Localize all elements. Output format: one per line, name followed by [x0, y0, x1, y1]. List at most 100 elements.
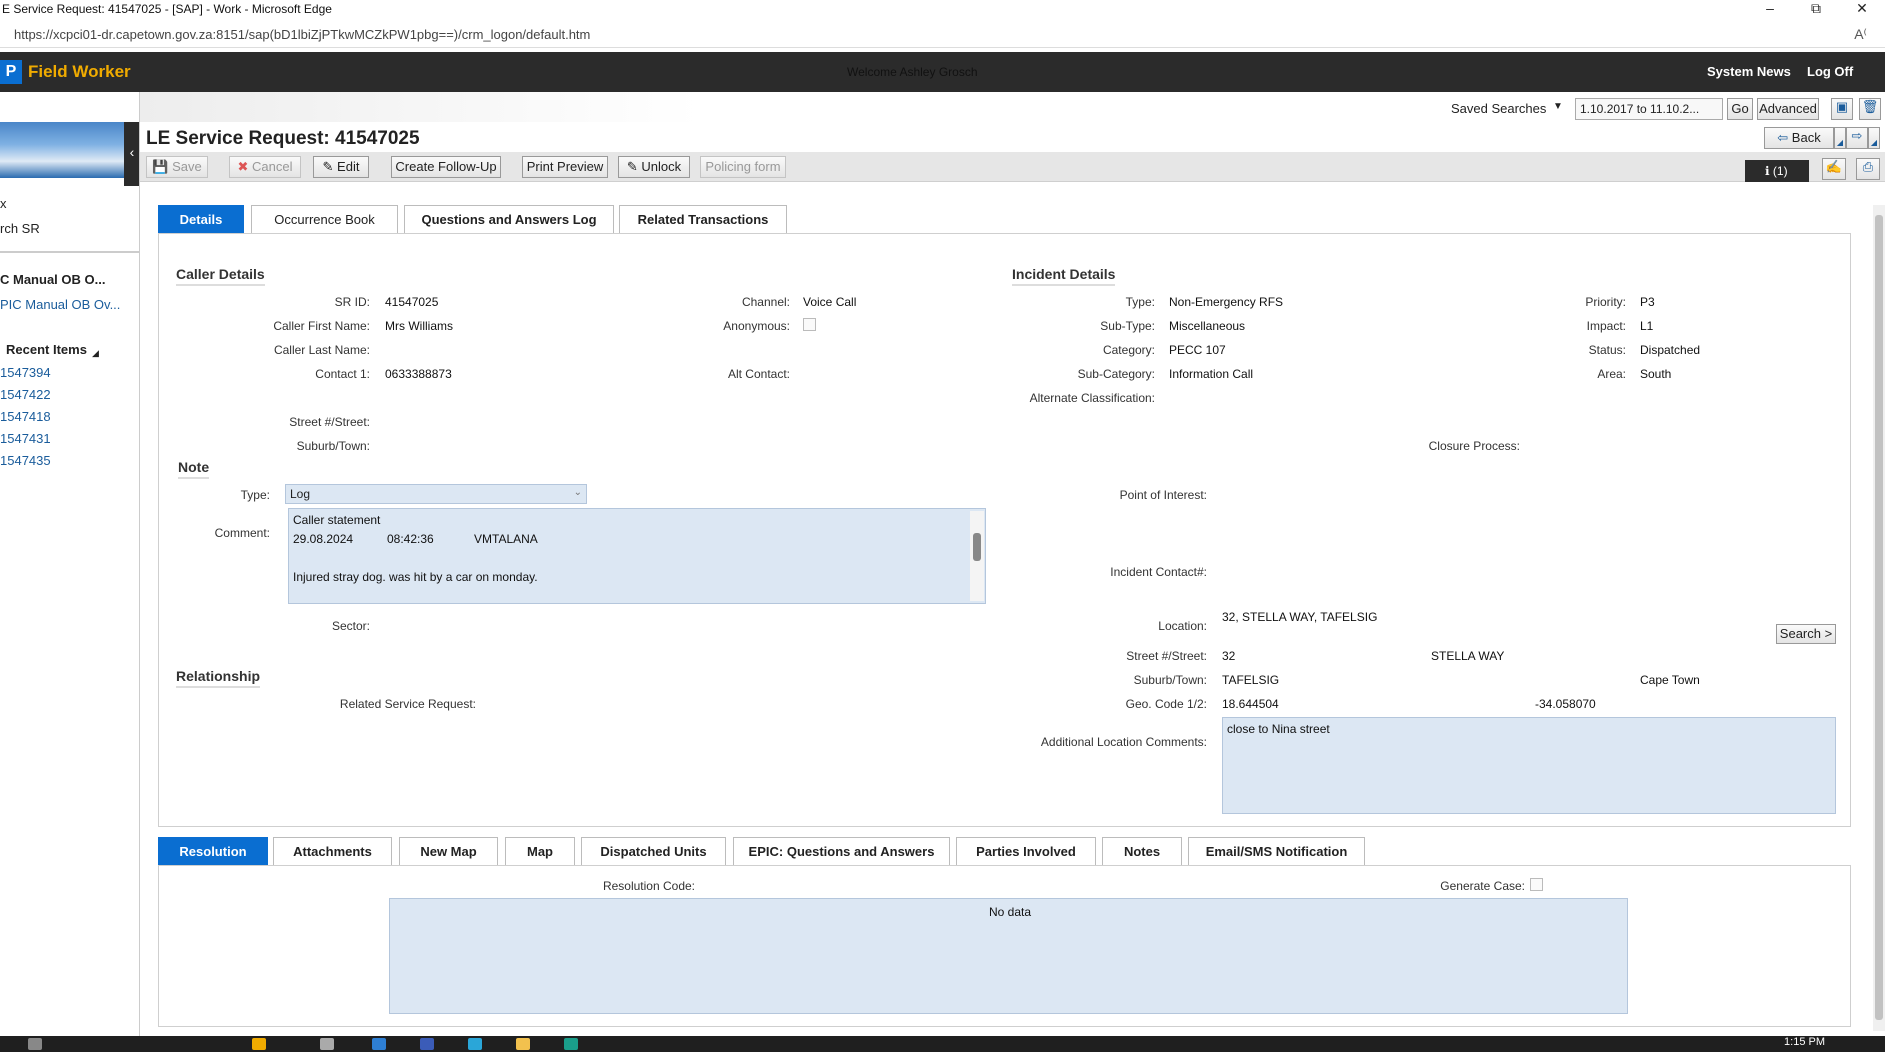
close-icon[interactable]: ✕	[1839, 0, 1885, 18]
recent-item[interactable]: 1547394	[0, 365, 51, 380]
tab-resolution[interactable]: Resolution	[158, 837, 268, 866]
restore-icon[interactable]: ⧉	[1793, 0, 1839, 18]
log-off-link[interactable]: Log Off	[1807, 64, 1853, 79]
location-street-label: Street #/Street:	[1126, 649, 1207, 663]
taskbar-clock[interactable]: 1:15 PM	[1784, 1036, 1825, 1048]
comment-date: 29.08.2024	[293, 532, 354, 546]
back-button[interactable]: ⇦ Back	[1764, 127, 1834, 149]
incident-type-value: Non-Emergency RFS	[1169, 295, 1284, 309]
location-search-button[interactable]: Search >	[1776, 624, 1836, 644]
create-follow-up-button[interactable]: Create Follow-Up	[391, 156, 501, 178]
subcategory-label: Sub-Category:	[1077, 367, 1155, 381]
subcategory-value: Information Call	[1169, 367, 1254, 381]
outlook-icon[interactable]	[372, 1038, 386, 1050]
unlock-button[interactable]: ✎ Unlock	[618, 156, 690, 178]
comment-scrollbar[interactable]	[970, 511, 984, 601]
back-history-dropdown-icon[interactable]: ◢	[1834, 127, 1846, 149]
forward-history-dropdown-icon[interactable]: ◢	[1868, 127, 1880, 149]
tab-attachments[interactable]: Attachments	[273, 837, 392, 866]
tab-occurrence-book[interactable]: Occurrence Book	[251, 205, 398, 234]
policing-form-button[interactable]: Policing form	[700, 156, 786, 178]
minimize-icon[interactable]: –	[1747, 0, 1793, 18]
unlock-label: Unlock	[641, 159, 682, 174]
url-text[interactable]: https://xcpci01-dr.capetown.gov.za:8151/…	[14, 27, 590, 42]
edit-icon: ✎	[322, 159, 338, 174]
tab-email-sms-notification[interactable]: Email/SMS Notification	[1188, 837, 1365, 866]
recent-items-toggle-icon[interactable]: ◢	[92, 348, 99, 359]
no-data-text: No data	[989, 905, 1032, 919]
page-scrollbar[interactable]	[1873, 205, 1885, 1031]
tab-dispatched-units[interactable]: Dispatched Units	[581, 837, 726, 866]
tab-notes[interactable]: Notes	[1102, 837, 1182, 866]
advanced-button[interactable]: Advanced	[1757, 98, 1819, 120]
search-icon[interactable]	[28, 1038, 42, 1050]
sap-logo: P	[0, 60, 22, 84]
channel-value: Voice Call	[803, 295, 857, 309]
edit-button[interactable]: ✎ Edit	[313, 156, 369, 178]
back-label: Back	[1791, 130, 1821, 145]
note-type-value: Log	[290, 487, 311, 501]
task-view-icon[interactable]	[320, 1038, 334, 1050]
area-label: Area:	[1597, 367, 1626, 381]
print-icon[interactable]: ⎙	[1856, 158, 1880, 180]
comment-scroll-thumb[interactable]	[973, 533, 981, 561]
additional-location-value: close to Nina street	[1227, 722, 1330, 736]
info-messages-button[interactable]: ℹ (1)	[1745, 160, 1809, 182]
generate-case-checkbox[interactable]	[1530, 878, 1543, 891]
sky-banner-image	[0, 122, 124, 178]
geo-code-1-value: 18.644504	[1222, 697, 1279, 711]
app-header: P Field Worker Welcome Ashley Grosch Sys…	[0, 52, 1885, 92]
tab-map[interactable]: Map	[505, 837, 575, 866]
word-icon[interactable]	[420, 1038, 434, 1050]
nav-item-inbox[interactable]: x	[0, 196, 7, 211]
go-button[interactable]: Go	[1727, 98, 1753, 120]
delete-icon[interactable]: 🗑	[1859, 98, 1881, 120]
info-count: (1)	[1772, 164, 1788, 178]
comment-textarea[interactable]: Caller statement 29.08.2024 08:42:36 VMT…	[288, 508, 986, 604]
tab-details[interactable]: Details	[158, 205, 244, 234]
resolution-code-label: Resolution Code:	[602, 879, 695, 893]
city-value: Cape Town	[1640, 673, 1700, 687]
recent-item[interactable]: 1547418	[0, 409, 51, 424]
nav-item-search-sr[interactable]: rch SR	[0, 221, 40, 236]
system-news-link[interactable]: System News	[1707, 64, 1791, 79]
saved-searches-label[interactable]: Saved Searches	[1451, 101, 1546, 116]
nav-item-manual-ob[interactable]: C Manual OB O...	[0, 272, 105, 287]
cancel-button[interactable]: ✖ Cancel	[229, 156, 301, 178]
unlock-icon: ✎	[626, 159, 642, 174]
collapse-nav-icon[interactable]: ‹	[124, 122, 139, 186]
edge-icon[interactable]	[564, 1038, 578, 1050]
additional-location-textarea[interactable]: close to Nina street	[1222, 717, 1836, 814]
tab-parties-involved[interactable]: Parties Involved	[956, 837, 1096, 866]
recent-item[interactable]: 1547431	[0, 431, 51, 446]
impact-value: L1	[1640, 319, 1654, 333]
caller-details-heading: Caller Details	[176, 266, 265, 286]
nav-item-epic-manual-ob[interactable]: PIC Manual OB Ov...	[0, 297, 120, 312]
tab-questions-answers-log[interactable]: Questions and Answers Log	[404, 205, 614, 234]
recent-item[interactable]: 1547435	[0, 453, 51, 468]
app-icon[interactable]	[252, 1038, 266, 1050]
read-aloud-icon[interactable]: A⁽	[1854, 26, 1867, 43]
browser-title-bar: E Service Request: 41547025 - [SAP] - Wo…	[0, 0, 1885, 18]
incident-details-heading: Incident Details	[1012, 266, 1116, 286]
anonymous-checkbox[interactable]	[803, 318, 816, 331]
saved-searches-dropdown-icon[interactable]: ▼	[1553, 101, 1563, 112]
suburb-label: Suburb/Town:	[296, 439, 370, 453]
forward-arrow-icon[interactable]: ⇨	[1846, 127, 1868, 149]
saved-search-value: 1.10.2017 to 11.10.2...	[1580, 102, 1700, 116]
tab-related-transactions[interactable]: Related Transactions	[619, 205, 787, 234]
note-type-select[interactable]: Log ⌄	[285, 484, 587, 504]
assign-user-icon[interactable]: ✍	[1822, 158, 1846, 180]
save-button[interactable]: 💾 Save	[146, 156, 208, 178]
file-explorer-icon[interactable]	[516, 1038, 530, 1050]
recent-item[interactable]: 1547422	[0, 387, 51, 402]
tab-new-map[interactable]: New Map	[399, 837, 498, 866]
tab-epic-questions-answers[interactable]: EPIC: Questions and Answers	[733, 837, 950, 866]
status-label: Status:	[1588, 343, 1626, 357]
skype-icon[interactable]	[468, 1038, 482, 1050]
page-scroll-thumb[interactable]	[1875, 215, 1883, 1020]
saved-search-select[interactable]: 1.10.2017 to 11.10.2...	[1575, 98, 1723, 120]
address-bar[interactable]: https://xcpci01-dr.capetown.gov.za:8151/…	[0, 22, 1885, 48]
personalize-icon[interactable]: ▣	[1831, 98, 1853, 120]
print-preview-button[interactable]: Print Preview	[522, 156, 608, 178]
